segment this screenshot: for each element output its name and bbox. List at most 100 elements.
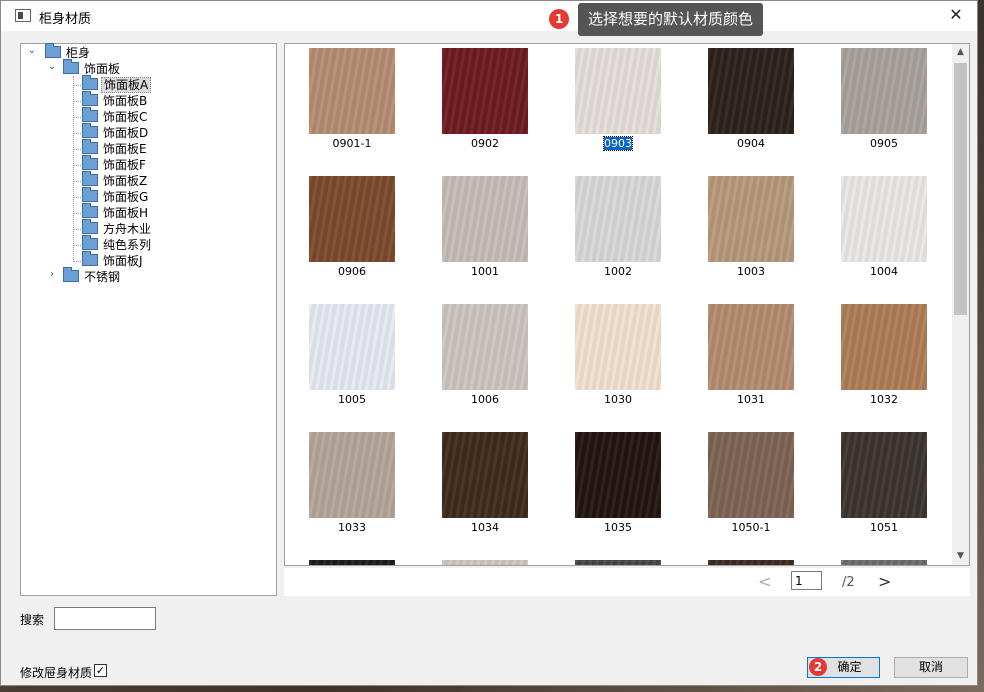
material-code: 0906 xyxy=(338,265,366,278)
material-tile[interactable]: 1005 xyxy=(309,304,395,406)
tree-node-label: 饰面板H xyxy=(103,206,149,220)
folder-icon xyxy=(82,155,98,170)
next-page-button[interactable]: > xyxy=(878,572,891,591)
material-tile[interactable]: 0902 xyxy=(442,48,528,150)
cancel-button[interactable]: 取消 xyxy=(894,657,968,678)
tree-item-10[interactable]: 纯色系列 xyxy=(82,235,153,253)
prev-page-button[interactable]: < xyxy=(758,572,771,591)
material-tile[interactable]: 0904 xyxy=(708,48,794,150)
tree-node-label: 饰面板C xyxy=(103,110,148,124)
material-code: 1050-1 xyxy=(731,521,771,534)
modify-drawer-material-checkbox[interactable]: ✓ xyxy=(94,664,107,677)
material-tile[interactable]: 1051 xyxy=(841,432,927,534)
collapse-icon[interactable]: ⌄ xyxy=(27,45,37,56)
material-swatch xyxy=(575,560,661,565)
tree-node-group[interactable]: 饰面板 xyxy=(63,59,122,77)
expand-icon[interactable]: › xyxy=(47,269,57,280)
page-total: /2 xyxy=(842,575,855,590)
material-code: 1006 xyxy=(471,393,499,406)
tree-item-4[interactable]: 饰面板E xyxy=(82,139,149,157)
search-input[interactable] xyxy=(54,607,156,630)
scroll-thumb[interactable] xyxy=(954,63,967,315)
material-tile[interactable] xyxy=(442,560,528,565)
material-tile[interactable]: 1001 xyxy=(442,176,528,278)
material-tile[interactable]: 1034 xyxy=(442,432,528,534)
tree-line xyxy=(73,165,81,166)
tree-item-8[interactable]: 饰面板H xyxy=(82,203,150,221)
material-tile[interactable]: 0906 xyxy=(309,176,395,278)
tree-node-label: 饰面板G xyxy=(103,190,149,204)
scroll-up-icon[interactable]: ▲ xyxy=(952,44,969,61)
material-tile[interactable]: 0905 xyxy=(841,48,927,150)
folder-icon xyxy=(45,43,61,58)
material-code: 1035 xyxy=(604,521,632,534)
tree-node-label: 饰面板D xyxy=(103,126,149,140)
tree-item-2[interactable]: 饰面板C xyxy=(82,107,149,125)
material-code: 0905 xyxy=(870,137,898,150)
material-code: 1032 xyxy=(870,393,898,406)
tree-line xyxy=(73,229,81,230)
material-swatch xyxy=(442,432,528,518)
tree-node-label: 饰面板B xyxy=(103,94,148,108)
material-tile[interactable]: 1050-1 xyxy=(708,432,794,534)
material-tile[interactable] xyxy=(575,560,661,565)
material-tile[interactable]: 1004 xyxy=(841,176,927,278)
folder-icon xyxy=(82,203,98,218)
material-swatch xyxy=(708,560,794,565)
material-tile[interactable] xyxy=(309,560,395,565)
category-tree: ⌄ 柜身 ⌄ 饰面板 饰面板A 饰面板B 饰面板C 饰面板D 饰面板E 饰面板F 饰面板Z 饰面板G 饰… xyxy=(20,43,277,596)
material-tile[interactable] xyxy=(708,560,794,565)
material-tile[interactable]: 1031 xyxy=(708,304,794,406)
scroll-down-icon[interactable]: ▼ xyxy=(952,548,969,565)
tree-line xyxy=(73,101,81,102)
tree-item-7[interactable]: 饰面板G xyxy=(82,187,150,205)
material-swatch xyxy=(309,432,395,518)
material-swatch xyxy=(442,48,528,134)
folder-icon xyxy=(82,75,98,90)
material-swatch xyxy=(575,48,661,134)
grid-scrollbar[interactable]: ▲ ▼ xyxy=(952,44,969,565)
tree-item-11[interactable]: 饰面板J xyxy=(82,251,145,269)
material-tile[interactable]: 1035 xyxy=(575,432,661,534)
material-tile[interactable]: 1006 xyxy=(442,304,528,406)
material-swatch xyxy=(309,48,395,134)
material-code: 0904 xyxy=(737,137,765,150)
material-tile[interactable]: 1030 xyxy=(575,304,661,406)
tree-item-3[interactable]: 饰面板D xyxy=(82,123,150,141)
material-tile[interactable]: 1003 xyxy=(708,176,794,278)
tree-item-5[interactable]: 饰面板F xyxy=(82,155,148,173)
tree-node-label: 柜身 xyxy=(66,46,91,60)
material-swatch xyxy=(708,304,794,390)
material-tile[interactable]: 0903 xyxy=(575,48,661,151)
material-tile[interactable]: 1032 xyxy=(841,304,927,406)
folder-icon xyxy=(82,219,98,234)
material-swatch xyxy=(708,432,794,518)
tree-node-stainless[interactable]: 不锈钢 xyxy=(63,267,122,285)
page-number-input[interactable] xyxy=(791,571,822,590)
window-title: 柜身材质 xyxy=(39,12,92,27)
tree-item-0[interactable]: 饰面板A xyxy=(82,75,152,93)
material-code: 1001 xyxy=(471,265,499,278)
material-swatch xyxy=(841,48,927,134)
tree-line xyxy=(73,181,81,182)
folder-icon xyxy=(82,91,98,106)
folder-icon xyxy=(82,123,98,138)
tree-item-9[interactable]: 方舟木业 xyxy=(82,219,153,237)
ok-button-label: 确定 xyxy=(837,660,862,674)
material-tile[interactable]: 1002 xyxy=(575,176,661,278)
modify-drawer-material-label: 修改屉身材质 xyxy=(20,666,93,680)
material-tile[interactable] xyxy=(841,560,927,565)
tree-item-1[interactable]: 饰面板B xyxy=(82,91,149,109)
material-tile[interactable]: 0901-1 xyxy=(309,48,395,150)
collapse-icon[interactable]: ⌄ xyxy=(47,61,57,72)
tree-item-6[interactable]: 饰面板Z xyxy=(82,171,149,189)
close-button[interactable]: ✕ xyxy=(941,3,971,27)
tree-node-label: 饰面板 xyxy=(84,62,121,76)
material-tile[interactable]: 1033 xyxy=(309,432,395,534)
material-code: 1003 xyxy=(737,265,765,278)
folder-icon xyxy=(82,171,98,186)
tree-line xyxy=(73,85,81,86)
pagination: < /2 > xyxy=(284,568,970,596)
step-1-badge: 1 xyxy=(549,9,569,29)
title-bar: 柜身材质 ✕ xyxy=(1,1,977,31)
